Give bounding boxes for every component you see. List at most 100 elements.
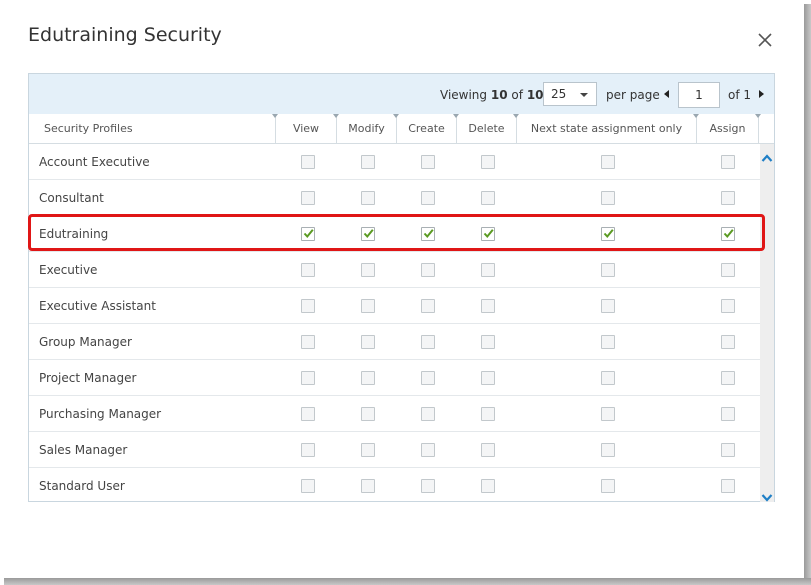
close-icon[interactable] (753, 28, 777, 52)
assign-checkbox[interactable] (721, 335, 735, 349)
column-header-create[interactable]: Create (393, 114, 456, 143)
profile-name: Standard User (39, 479, 125, 493)
column-header-delete[interactable]: Delete (453, 114, 516, 143)
delete-checkbox[interactable] (481, 407, 495, 421)
create-checkbox[interactable] (421, 335, 435, 349)
dropdown-caret-icon (580, 93, 588, 97)
profile-name: Executive (39, 263, 98, 277)
page-size-select[interactable]: 25 (543, 82, 597, 106)
profile-name: Consultant (39, 191, 104, 205)
viewing-label: Viewing (440, 88, 488, 102)
modify-checkbox[interactable] (361, 263, 375, 277)
modify-checkbox[interactable] (361, 299, 375, 313)
modify-checkbox[interactable] (361, 443, 375, 457)
assign-checkbox[interactable] (721, 191, 735, 205)
next-state-checkbox[interactable] (601, 443, 615, 457)
delete-checkbox[interactable] (481, 479, 495, 493)
create-checkbox[interactable] (421, 299, 435, 313)
delete-checkbox[interactable] (481, 155, 495, 169)
assign-checkbox[interactable] (721, 155, 735, 169)
create-checkbox[interactable] (421, 155, 435, 169)
view-checkbox[interactable] (301, 479, 315, 493)
view-checkbox[interactable] (301, 443, 315, 457)
delete-checkbox[interactable] (481, 371, 495, 385)
column-header-modify[interactable]: Modify (333, 114, 396, 143)
page-count-label: of 1 (728, 88, 752, 102)
create-checkbox[interactable] (421, 371, 435, 385)
table-row[interactable]: Group Manager (29, 324, 760, 360)
table-row[interactable]: Project Manager (29, 360, 760, 396)
chevron-down-icon[interactable] (761, 488, 773, 502)
column-header-security-profiles[interactable]: Security Profiles (29, 114, 275, 143)
dialog-title: Edutraining Security (28, 24, 222, 46)
next-state-checkbox[interactable] (601, 263, 615, 277)
view-checkbox[interactable] (301, 407, 315, 421)
create-checkbox[interactable] (421, 263, 435, 277)
modify-checkbox[interactable] (361, 371, 375, 385)
dialog-shadow-right (804, 4, 811, 585)
next-state-checkbox[interactable] (601, 155, 615, 169)
highlight-box (28, 214, 765, 251)
next-state-checkbox[interactable] (601, 191, 615, 205)
assign-checkbox[interactable] (721, 407, 735, 421)
column-header-assign[interactable]: Assign (693, 114, 758, 143)
modify-checkbox[interactable] (361, 155, 375, 169)
delete-checkbox[interactable] (481, 191, 495, 205)
modify-checkbox[interactable] (361, 191, 375, 205)
view-checkbox[interactable] (301, 371, 315, 385)
next-state-checkbox[interactable] (601, 371, 615, 385)
view-checkbox[interactable] (301, 155, 315, 169)
assign-checkbox[interactable] (721, 479, 735, 493)
create-checkbox[interactable] (421, 407, 435, 421)
profile-name: Group Manager (39, 335, 132, 349)
create-checkbox[interactable] (421, 191, 435, 205)
delete-checkbox[interactable] (481, 263, 495, 277)
view-checkbox[interactable] (301, 191, 315, 205)
page-number-input[interactable]: 1 (678, 82, 720, 108)
chevron-up-icon[interactable] (761, 148, 773, 162)
next-state-checkbox[interactable] (601, 479, 615, 493)
view-checkbox[interactable] (301, 299, 315, 313)
delete-checkbox[interactable] (481, 335, 495, 349)
table-row[interactable]: Consultant (29, 180, 760, 216)
dialog-shadow-bottom (4, 578, 811, 585)
profile-name: Project Manager (39, 371, 137, 385)
next-state-checkbox[interactable] (601, 299, 615, 313)
create-checkbox[interactable] (421, 479, 435, 493)
table-row[interactable]: Standard User (29, 468, 760, 502)
profile-name: Sales Manager (39, 443, 128, 457)
modify-checkbox[interactable] (361, 479, 375, 493)
table-row[interactable]: Sales Manager (29, 432, 760, 468)
table-row[interactable]: Account Executive (29, 144, 760, 180)
modify-checkbox[interactable] (361, 335, 375, 349)
delete-checkbox[interactable] (481, 443, 495, 457)
next-state-checkbox[interactable] (601, 335, 615, 349)
per-page-label: per page (606, 88, 660, 102)
delete-checkbox[interactable] (481, 299, 495, 313)
view-checkbox[interactable] (301, 335, 315, 349)
assign-checkbox[interactable] (721, 443, 735, 457)
column-header-row: Security Profiles View Modify Create Del… (29, 114, 774, 144)
next-state-checkbox[interactable] (601, 407, 615, 421)
modify-checkbox[interactable] (361, 407, 375, 421)
pager-bar: Viewing 10 of 10 25 per page 1 of 1 (29, 74, 774, 115)
column-header-next-state[interactable]: Next state assignment only (513, 114, 696, 143)
caret-left-icon[interactable] (664, 90, 669, 98)
profile-name: Executive Assistant (39, 299, 156, 313)
assign-checkbox[interactable] (721, 299, 735, 313)
table-row[interactable]: Purchasing Manager (29, 396, 760, 432)
assign-checkbox[interactable] (721, 263, 735, 277)
assign-checkbox[interactable] (721, 371, 735, 385)
table-row[interactable]: Executive (29, 252, 760, 288)
vertical-scrollbar[interactable] (760, 144, 774, 502)
table-row[interactable]: Executive Assistant (29, 288, 760, 324)
view-checkbox[interactable] (301, 263, 315, 277)
create-checkbox[interactable] (421, 443, 435, 457)
viewing-of: of (511, 88, 523, 102)
profile-name: Account Executive (39, 155, 150, 169)
viewing-status: Viewing 10 of 10 (440, 88, 544, 102)
caret-right-icon[interactable] (759, 90, 764, 98)
column-header-view[interactable]: View (272, 114, 336, 143)
security-grid: Viewing 10 of 10 25 per page 1 of 1 Secu… (28, 73, 775, 502)
column-header-spacer (755, 114, 774, 143)
